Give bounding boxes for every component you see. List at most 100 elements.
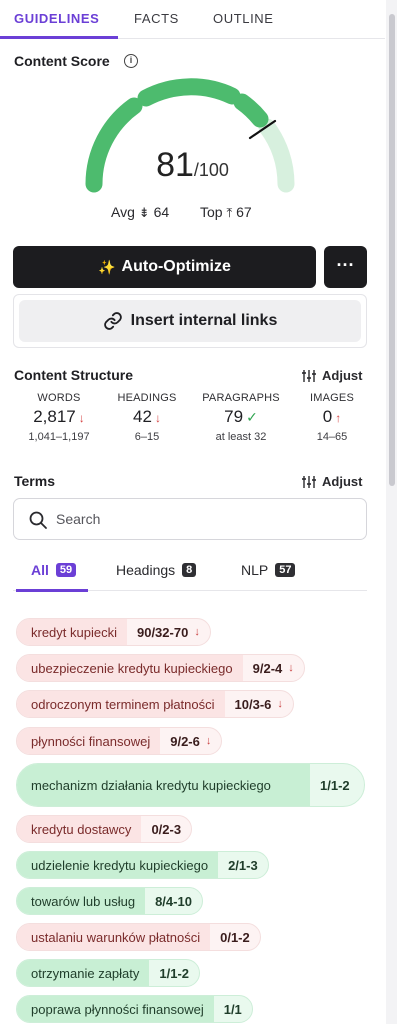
score-max: /100 — [193, 160, 229, 180]
stat-words: WORDS 2,817 ↓ 1,041–1,197 — [20, 392, 98, 443]
filter-headings-count: 8 — [182, 563, 197, 577]
term-name: ustalaniu warunków płatności — [17, 924, 211, 950]
term-name: towarów lub usług — [17, 888, 146, 914]
stat-paragraphs-label: PARAGRAPHS — [202, 392, 280, 404]
arrow-down-icon: ↓ — [194, 626, 200, 638]
filter-tab-nlp[interactable]: NLP 57 — [241, 562, 296, 578]
content-score-title: Content Score — [14, 53, 110, 69]
term-name: odroczonym terminem płatności — [17, 691, 225, 717]
avg-label: Avg — [111, 204, 135, 220]
stat-words-value: 2,817 ↓ — [33, 407, 85, 426]
terms-title: Terms — [14, 473, 55, 489]
term-chip[interactable]: otrzymanie zapłaty 1/1-2 — [16, 959, 201, 987]
top-value: 67 — [236, 204, 252, 220]
gauge-segment-3 — [233, 93, 269, 128]
term-name: mechanizm działania kredytu kupieckiego — [17, 764, 310, 806]
term-count: 0/1-2 — [220, 929, 250, 945]
content-structure-title: Content Structure — [14, 367, 133, 383]
stat-headings-label: HEADINGS — [117, 392, 177, 404]
stat-images-value: 0 ↑ — [322, 407, 342, 426]
main-tabs: GUIDELINES FACTS OUTLINE — [0, 0, 385, 39]
structure-adjust-button[interactable]: Adjust — [301, 368, 362, 383]
arrow-down-icon: ↓ — [78, 411, 85, 425]
stat-headings-range: 6–15 — [134, 431, 160, 443]
term-name: płynności finansowej — [17, 728, 161, 754]
stat-paragraphs-range: at least 32 — [215, 431, 267, 443]
tab-guidelines[interactable]: GUIDELINES — [14, 11, 99, 26]
search-icon — [29, 511, 47, 529]
auto-optimize-label: Auto-Optimize — [121, 258, 231, 275]
score-display: 81/100 — [0, 146, 385, 185]
term-chip[interactable]: mechanizm działania kredytu kupieckiego … — [16, 763, 365, 807]
sparkle-icon: ✨ — [98, 258, 116, 275]
term-count: 1/1-2 — [320, 777, 350, 793]
term-chip[interactable]: kredyt kupiecki 90/32-70 ↓ — [16, 618, 211, 646]
term-chip[interactable]: ubezpieczenie kredytu kupieckiego 9/2-4 ↓ — [16, 654, 305, 682]
term-count: 9/2-6 ↓ — [170, 733, 212, 749]
tab-outline[interactable]: OUTLINE — [213, 11, 274, 26]
top-label: Top — [200, 204, 223, 220]
info-icon[interactable]: i — [124, 54, 138, 68]
term-chip[interactable]: towarów lub usług 8/4-10 — [16, 887, 203, 915]
stat-words-label: WORDS — [37, 392, 81, 404]
top-icon: ⤒ — [226, 205, 233, 220]
term-name: ubezpieczenie kredytu kupieckiego — [17, 655, 243, 681]
stat-paragraphs: PARAGRAPHS 79 ✓ at least 32 — [196, 392, 286, 443]
filter-headings-label: Headings — [116, 562, 176, 578]
insert-links-label: Insert internal links — [130, 312, 278, 329]
filter-all-label: All — [31, 562, 49, 578]
avg-icon: ⇟ — [138, 205, 150, 220]
insert-internal-links-button[interactable]: Insert internal links — [19, 300, 361, 342]
term-count: 8/4-10 — [155, 893, 192, 909]
more-options-button[interactable]: ··· — [324, 246, 367, 288]
structure-adjust-label: Adjust — [322, 368, 363, 383]
sliders-icon — [302, 369, 316, 382]
auto-optimize-button[interactable]: ✨ Auto-Optimize — [13, 246, 316, 288]
term-name: kredytu dostawcy — [17, 816, 142, 842]
filter-tab-headings[interactable]: Headings 8 — [116, 562, 197, 578]
stat-headings-value: 42 ↓ — [133, 407, 161, 426]
arrow-down-icon: ↓ — [288, 662, 294, 674]
term-count: 2/1-3 — [228, 857, 258, 873]
arrow-up-icon: ↑ — [335, 411, 342, 425]
term-name: udzielenie kredytu kupieckiego — [17, 852, 219, 878]
filter-all-count: 59 — [55, 563, 77, 577]
term-name: kredyt kupiecki — [17, 619, 127, 645]
scrollbar-thumb[interactable] — [389, 14, 395, 486]
search-input[interactable] — [56, 509, 346, 529]
term-chip[interactable]: odroczonym terminem płatności 10/3-6 ↓ — [16, 690, 294, 718]
term-chip[interactable]: kredytu dostawcy 0/2-3 — [16, 815, 193, 843]
active-tab-indicator — [0, 36, 118, 39]
filter-tab-all[interactable]: All 59 — [31, 562, 77, 578]
term-chip[interactable]: udzielenie kredytu kupieckiego 2/1-3 — [16, 851, 269, 879]
term-count: 1/1-2 — [159, 965, 190, 981]
avg-value: 64 — [153, 204, 170, 220]
stat-images-range: 14–65 — [316, 431, 348, 443]
terms-adjust-button[interactable]: Adjust — [301, 474, 362, 489]
term-count: 0/2-3 — [151, 821, 182, 837]
term-count: 90/32-70 ↓ — [136, 624, 200, 640]
top-score: Top ⤒ 67 — [200, 204, 252, 221]
term-chip[interactable]: płynności finansowej 9/2-6 ↓ — [16, 727, 223, 755]
sliders-icon — [302, 475, 316, 488]
arrow-down-icon: ↓ — [205, 735, 212, 747]
term-chip[interactable]: ustalaniu warunków płatności 0/1-2 — [16, 923, 261, 951]
term-count: 1/1 — [223, 1001, 242, 1017]
arrow-down-icon: ↓ — [154, 411, 161, 425]
term-count: 10/3-6 ↓ — [234, 696, 283, 712]
active-filter-indicator — [16, 589, 88, 592]
score-value: 81 — [156, 146, 194, 184]
term-name: poprawa płynności finansowej — [17, 996, 214, 1022]
filter-nlp-count: 57 — [275, 563, 296, 577]
term-chip[interactable]: poprawa płynności finansowej 1/1 — [16, 995, 253, 1023]
term-search-box — [13, 498, 367, 540]
avg-score: Avg ⇟ 64 — [111, 204, 169, 221]
stat-images-label: IMAGES — [310, 392, 354, 404]
terms-adjust-label: Adjust — [322, 474, 363, 489]
term-count: 9/2-4 ↓ — [252, 660, 294, 676]
check-icon: ✓ — [246, 409, 258, 425]
filter-nlp-label: NLP — [241, 562, 269, 578]
stat-words-range: 1,041–1,197 — [28, 431, 90, 443]
tab-facts[interactable]: FACTS — [134, 11, 179, 26]
arrow-down-icon: ↓ — [277, 698, 283, 710]
